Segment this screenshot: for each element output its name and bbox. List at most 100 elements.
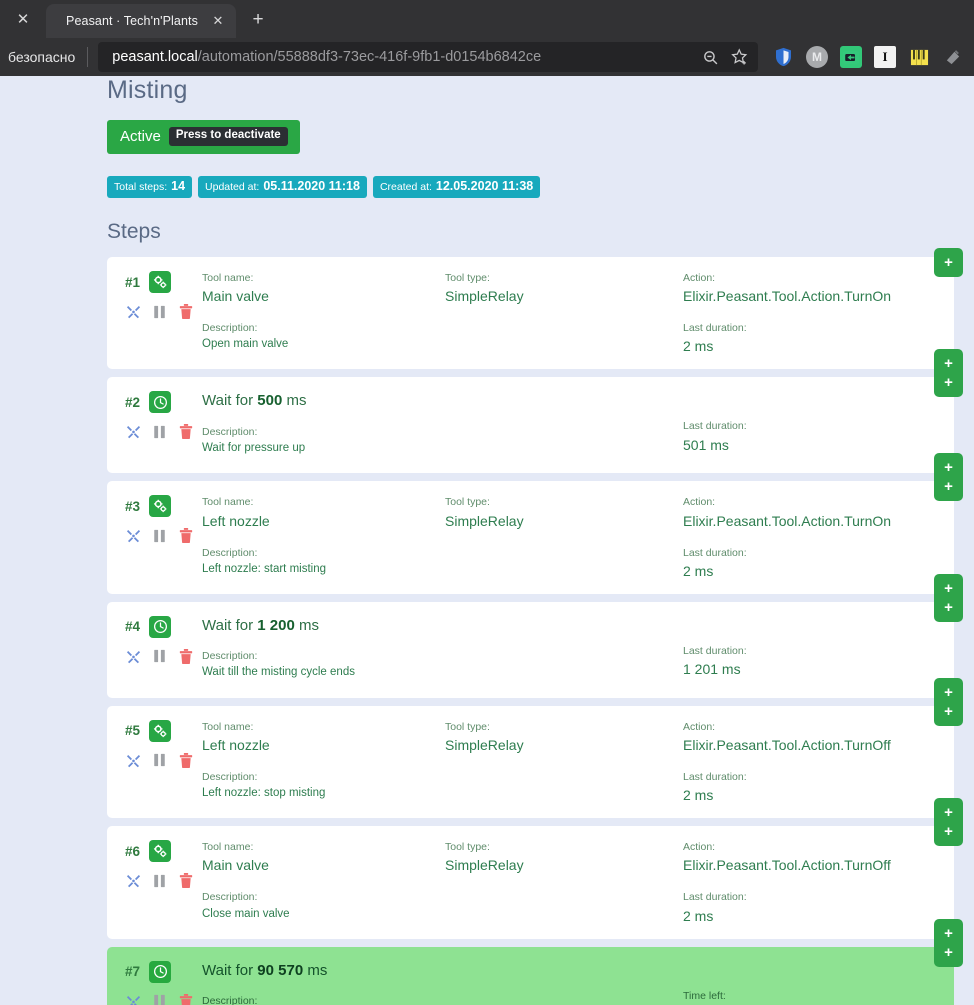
window-close-left-icon[interactable]: ✕ [0,0,46,38]
step-controls: #6 [107,838,202,889]
steps-heading: Steps [107,220,161,244]
tool-type-column: Tool type: SimpleRelay [445,718,683,756]
badge-value: 14 [171,178,186,193]
pause-icon[interactable] [152,753,167,768]
trash-icon[interactable] [178,528,193,544]
trash-icon[interactable] [178,304,193,320]
description-label: Description: [202,770,258,783]
description-value: Wait till the misting cycle ends [202,666,355,679]
i-extension-icon[interactable]: I [874,46,896,68]
action-label: Action: [683,720,716,733]
trash-icon[interactable] [178,993,193,1005]
status-label: Active [120,127,161,145]
automation-status-button[interactable]: Active Press to deactivate [107,120,300,154]
add-step-above-button[interactable]: + [934,937,963,967]
description-value: Left nozzle: stop misting [202,787,326,800]
trash-icon[interactable] [178,873,193,889]
shield-extension-icon[interactable] [772,46,794,68]
star-add-icon[interactable] [730,47,750,67]
wrench-tools-icon[interactable] [126,424,141,439]
pause-icon[interactable] [152,424,167,439]
url-bar-row: безопасно peasant.local/automation/55888… [0,38,974,76]
paint-extension-icon[interactable] [942,46,964,68]
tool-name-label: Tool name: [202,496,254,509]
url-host: peasant.local [112,49,198,65]
time-left-label: Time left: [683,989,726,1002]
wrench-tools-icon[interactable] [126,528,141,543]
tool-type-value: SimpleRelay [445,857,524,874]
piano-extension-icon[interactable] [908,46,930,68]
wait-value: 500 [257,392,283,410]
add-step-above-button[interactable]: + [934,368,963,398]
wait-column: Wait for 500 ms Description: Wait for pres… [202,389,683,457]
tool-type-label: Tool type: [445,272,490,285]
wrench-tools-icon[interactable] [126,649,141,664]
wait-line: Wait for 1 200 ms [202,616,320,634]
url-divider [87,47,89,67]
tool-type-column: Tool type: SimpleRelay [445,838,683,876]
cogs-icon [149,719,172,742]
tool-name-label: Tool name: [202,272,254,285]
add-step-above-button[interactable]: + [934,248,963,278]
trash-icon[interactable] [178,752,193,768]
action-label: Action: [683,496,716,509]
url-path: /automation/55888df3-73ec-416f-9fb1-d015… [197,49,542,65]
new-tab-button[interactable]: + [242,4,274,36]
tool-name-column: Tool name: Left nozzle Description: Left no… [202,493,445,578]
add-step-above-button[interactable]: + [934,472,963,502]
address-bar[interactable]: peasant.local/automation/55888df3-73ec-4… [98,42,758,72]
search-minus-icon[interactable] [700,47,720,67]
green-badge-extension-icon[interactable] [840,46,862,68]
last-duration-label: Last duration: [683,420,747,433]
action-column: Action: Elixir.Peasant.Tool.Action.TurnOn… [683,269,954,357]
last-duration-value: 2 ms [683,338,714,355]
step-number: #1 [125,274,141,290]
page-title: Misting [107,76,188,104]
tool-name-value: Main valve [202,857,269,874]
pause-icon[interactable] [152,304,167,319]
badge-label: Updated at: [205,180,260,193]
add-step-above-button[interactable]: + [934,592,963,622]
status-section: Active Press to deactivate [107,120,954,154]
last-duration-value: 501 ms [683,436,729,453]
action-value: Elixir.Peasant.Tool.Action.TurnOn [683,512,892,529]
step-controls: #1 [107,269,202,320]
wrench-tools-icon[interactable] [126,873,141,888]
cogs-icon [149,271,172,294]
step-number: #3 [125,498,141,514]
pause-icon[interactable] [152,528,167,543]
last-duration-label: Last duration: [683,891,747,904]
step-controls: #3 [107,493,202,544]
step-controls: #2 [107,389,202,440]
pause-icon[interactable] [152,649,167,664]
wrench-tools-icon[interactable] [126,994,141,1005]
action-label: Action: [683,272,716,285]
m-extension-icon[interactable]: M [806,46,828,68]
description-label: Description: [202,650,258,663]
wrench-tools-icon[interactable] [126,753,141,768]
add-step-above-button[interactable]: + [934,696,963,726]
last-duration-label: Last duration: [683,770,747,783]
tool-type-value: SimpleRelay [445,288,524,305]
clock-icon [149,960,172,983]
step-card: + #2 Wait for 500 ms Description: Wait for p… [107,368,963,483]
trash-icon[interactable] [178,424,193,440]
trash-icon[interactable] [178,648,193,664]
action-label: Action: [683,841,716,854]
badge-total-steps: Total steps: 14 [107,175,193,199]
tab-title: Peasant · Tech'n'Plants [66,14,198,28]
wrench-tools-icon[interactable] [126,304,141,319]
add-step-above-button[interactable]: + [934,817,963,847]
step-card: + #6 Tool name: Main valve Description: Close… [107,817,963,948]
pause-icon[interactable] [152,994,167,1005]
steps-list: + #1 Tool name: Main valve Description: Open … [107,248,963,1005]
description-value: Close main valve [202,907,290,920]
clock-icon [149,615,172,638]
action-value: Elixir.Peasant.Tool.Action.TurnOn [683,288,892,305]
tool-name-value: Left nozzle [202,736,270,753]
tab-close-icon[interactable]: ✕ [208,11,228,31]
action-value: Elixir.Peasant.Tool.Action.TurnOff [683,857,891,874]
browser-tab[interactable]: Peasant · Tech'n'Plants ✕ [46,4,236,38]
pause-icon[interactable] [152,873,167,888]
badge-value: 05.11.2020 11:18 [263,178,360,193]
